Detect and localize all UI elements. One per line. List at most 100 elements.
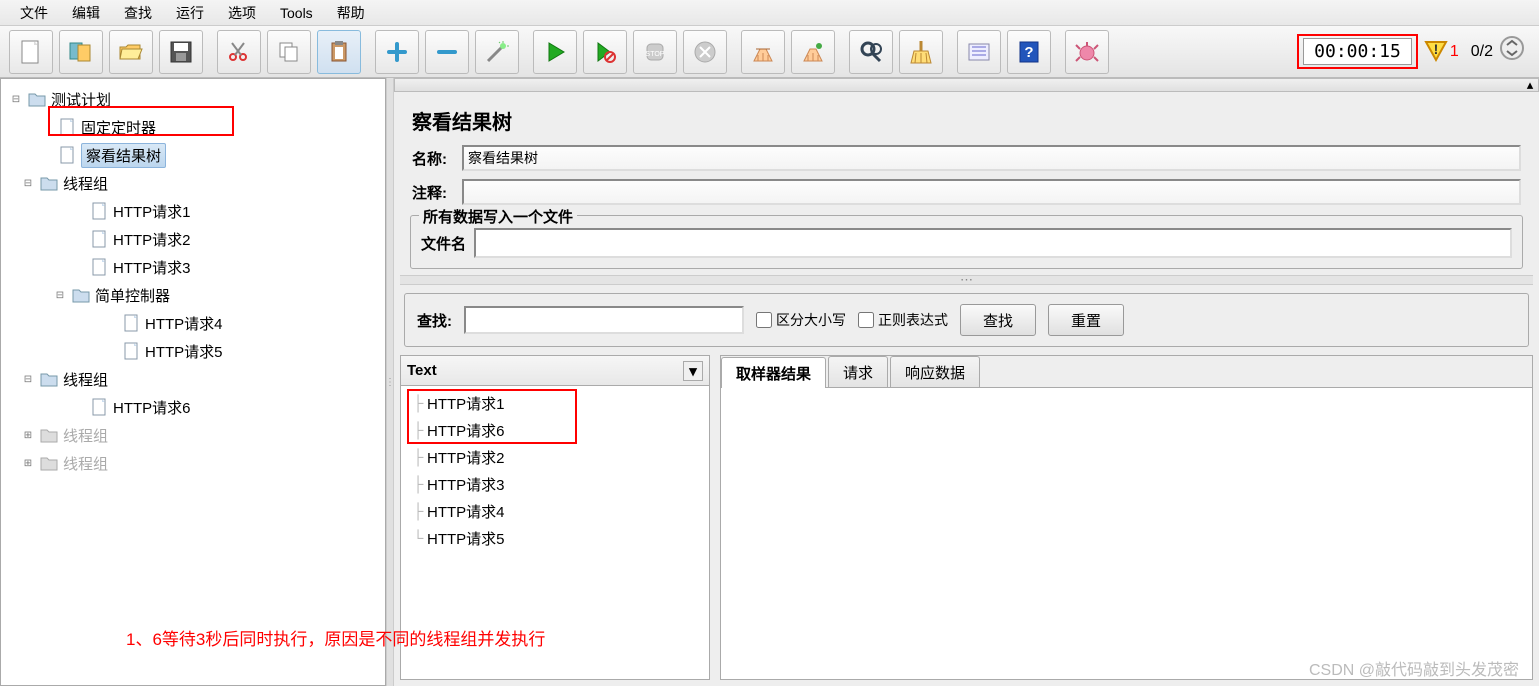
tab-response[interactable]: 响应数据 <box>890 356 980 387</box>
file-legend: 所有数据写入一个文件 <box>419 206 577 227</box>
clear-all-button[interactable] <box>791 30 835 74</box>
menu-run[interactable]: 运行 <box>164 0 216 27</box>
menu-tools[interactable]: Tools <box>268 1 325 25</box>
case-checkbox[interactable] <box>756 312 772 328</box>
vertical-splitter[interactable] <box>386 78 394 686</box>
menu-edit[interactable]: 编辑 <box>60 0 112 27</box>
tree-thread-group-3[interactable]: ⊞ 线程组 <box>5 421 385 449</box>
toggle-icon[interactable]: ⊞ <box>21 428 35 442</box>
tab-request[interactable]: 请求 <box>828 356 888 387</box>
search-label: 查找: <box>417 310 452 331</box>
case-checkbox-label[interactable]: 区分大小写 <box>756 310 846 330</box>
warning-indicator[interactable]: 1 <box>1424 40 1459 64</box>
tree-thread-group-2[interactable]: ⊟ 线程组 <box>5 365 385 393</box>
paste-button[interactable] <box>317 30 361 74</box>
clear-button[interactable] <box>741 30 785 74</box>
menu-help[interactable]: 帮助 <box>325 0 377 27</box>
comment-input[interactable] <box>462 179 1521 205</box>
search-input[interactable] <box>464 306 744 334</box>
reset-button[interactable]: 重置 <box>1048 304 1124 336</box>
stop-button[interactable] <box>633 30 677 74</box>
folder-icon <box>71 285 91 305</box>
file-icon <box>89 397 109 417</box>
name-input[interactable] <box>462 145 1521 171</box>
menu-file[interactable]: 文件 <box>8 0 60 27</box>
error-count: 1 <box>1450 43 1459 61</box>
result-item[interactable]: ├HTTP请求2 <box>409 444 709 471</box>
save-button[interactable] <box>159 30 203 74</box>
tree-request-1[interactable]: HTTP请求1 <box>5 197 385 225</box>
tree-request-4[interactable]: HTTP请求4 <box>5 309 385 337</box>
results-renderer-select[interactable]: Text ▾ <box>401 356 709 386</box>
file-icon <box>89 201 109 221</box>
horizontal-splitter[interactable] <box>400 275 1533 285</box>
result-item[interactable]: ├HTTP请求1 <box>409 390 709 417</box>
new-button[interactable] <box>9 30 53 74</box>
details-pane: ▴ 察看结果树 名称: 注释: 所有数据写入一个文件 文件名 查找: <box>394 78 1539 686</box>
elapsed-timer: 00:00:15 <box>1303 38 1412 65</box>
tab-content <box>721 388 1532 679</box>
tree-thread-group-1[interactable]: ⊟ 线程组 <box>5 169 385 197</box>
result-item[interactable]: └HTTP请求5 <box>409 525 709 552</box>
toggle-icon[interactable]: ⊟ <box>53 288 67 302</box>
folder-icon <box>39 425 59 445</box>
file-icon <box>89 229 109 249</box>
start-button[interactable] <box>533 30 577 74</box>
copy-button[interactable] <box>267 30 311 74</box>
toggle-icon[interactable]: ⊟ <box>21 372 35 386</box>
function-helper-button[interactable] <box>957 30 1001 74</box>
scrollbar-top[interactable]: ▴ <box>394 78 1539 92</box>
panel-title: 察看结果树 <box>400 96 1533 141</box>
tree-pane: ⊟ 测试计划 固定定时器 察看结果树 ⊟ 线程组 HTTP请求1 <box>0 78 386 686</box>
tree-request-2[interactable]: HTTP请求2 <box>5 225 385 253</box>
debug-button[interactable] <box>1065 30 1109 74</box>
tree-root[interactable]: ⊟ 测试计划 <box>5 85 385 113</box>
expand-collapse-icon[interactable] <box>1499 35 1533 69</box>
folder-icon <box>39 453 59 473</box>
help-button[interactable] <box>1007 30 1051 74</box>
filename-input[interactable] <box>474 228 1512 258</box>
open-button[interactable] <box>109 30 153 74</box>
filename-label: 文件名 <box>421 233 466 254</box>
find-button[interactable]: 查找 <box>960 304 1036 336</box>
tree-request-6[interactable]: HTTP请求6 <box>5 393 385 421</box>
templates-button[interactable] <box>59 30 103 74</box>
collapse-button[interactable] <box>425 30 469 74</box>
tree-simple-controller[interactable]: ⊟ 简单控制器 <box>5 281 385 309</box>
file-icon <box>89 257 109 277</box>
toggle-icon[interactable]: ⊟ <box>9 92 23 106</box>
tree-timer-node[interactable]: 固定定时器 <box>5 113 385 141</box>
tree-request-3[interactable]: HTTP请求3 <box>5 253 385 281</box>
search-button[interactable] <box>849 30 893 74</box>
menu-find[interactable]: 查找 <box>112 0 164 27</box>
menu-bar: 文件 编辑 查找 运行 选项 Tools 帮助 <box>0 0 1539 26</box>
expand-button[interactable] <box>375 30 419 74</box>
shutdown-button[interactable] <box>683 30 727 74</box>
file-icon <box>121 341 141 361</box>
folder-icon <box>27 89 47 109</box>
result-item[interactable]: ├HTTP请求3 <box>409 471 709 498</box>
regex-checkbox-label[interactable]: 正则表达式 <box>858 310 948 330</box>
toggle-icon[interactable]: ⊟ <box>21 176 35 190</box>
folder-icon <box>39 173 59 193</box>
tree-request-5[interactable]: HTTP请求5 <box>5 337 385 365</box>
cut-button[interactable] <box>217 30 261 74</box>
result-item[interactable]: ├HTTP请求6 <box>409 417 709 444</box>
start-no-timers-button[interactable] <box>583 30 627 74</box>
file-fieldset: 所有数据写入一个文件 文件名 <box>410 215 1523 269</box>
tree-thread-group-4[interactable]: ⊞ 线程组 <box>5 449 385 477</box>
file-icon <box>121 313 141 333</box>
regex-checkbox[interactable] <box>858 312 874 328</box>
dropdown-icon[interactable]: ▾ <box>683 361 703 381</box>
file-icon <box>57 117 77 137</box>
tab-sampler-result[interactable]: 取样器结果 <box>721 357 826 388</box>
result-details: 取样器结果 请求 响应数据 <box>720 355 1533 680</box>
thread-counter: 0/2 <box>1471 43 1493 61</box>
toggle-icon[interactable]: ⊞ <box>21 456 35 470</box>
search-bar: 查找: 区分大小写 正则表达式 查找 重置 <box>404 293 1529 347</box>
reset-search-button[interactable] <box>899 30 943 74</box>
toggle-button[interactable] <box>475 30 519 74</box>
menu-options[interactable]: 选项 <box>216 0 268 27</box>
tree-view-results[interactable]: 察看结果树 <box>5 141 385 169</box>
result-item[interactable]: ├HTTP请求4 <box>409 498 709 525</box>
